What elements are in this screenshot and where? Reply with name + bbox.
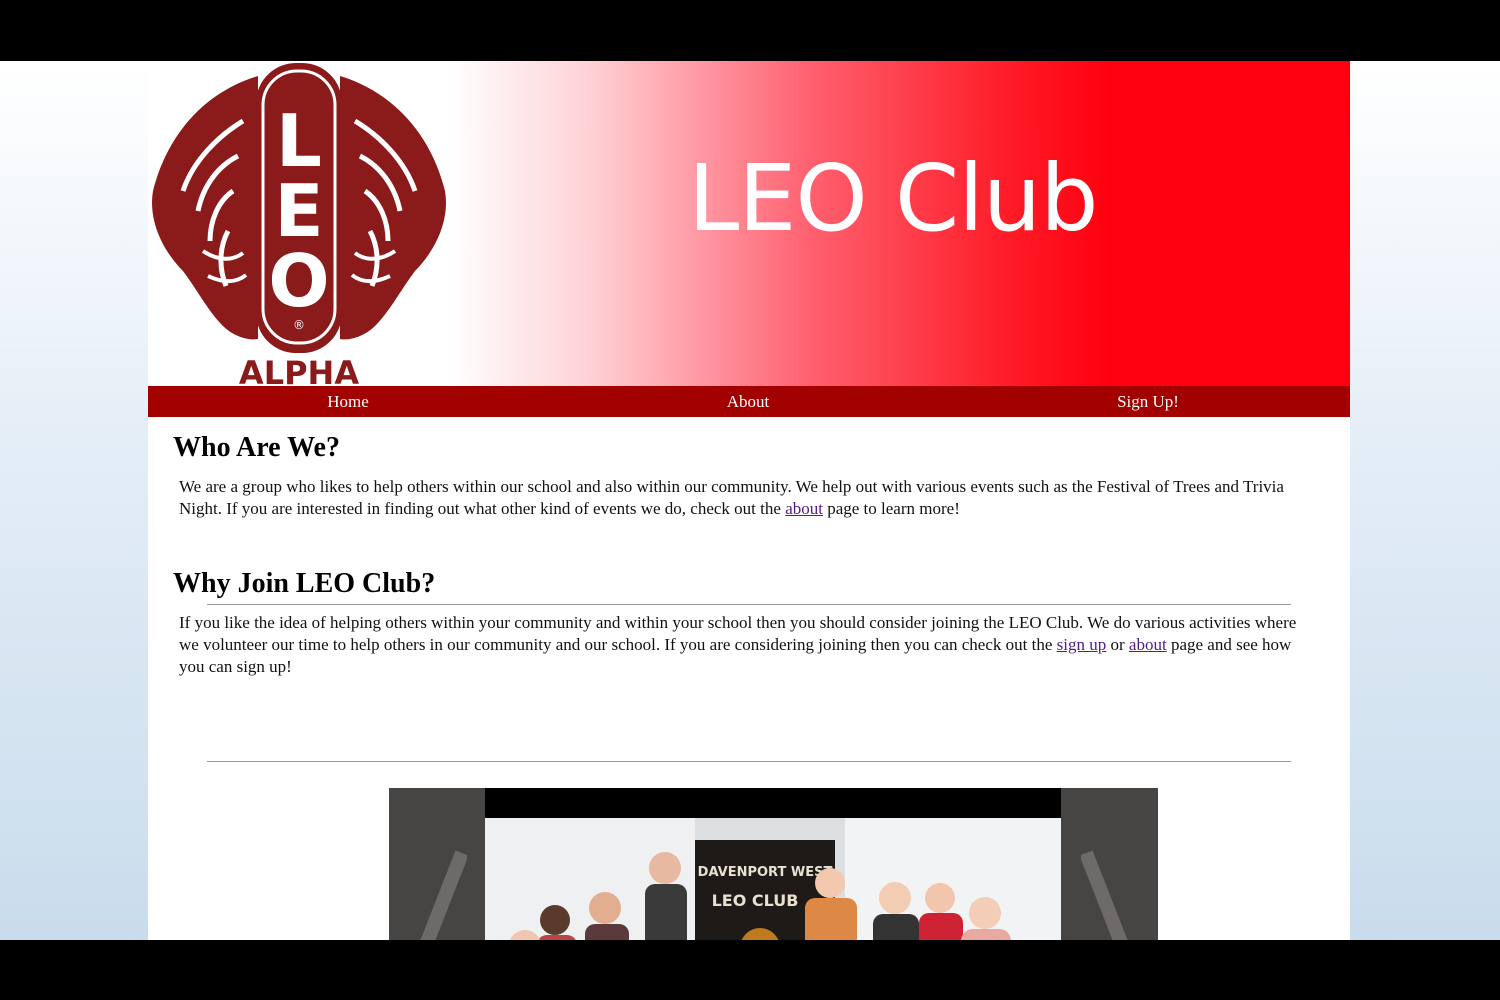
site-container: L E O ® ALPHA LEO Club Home About Sign U… — [148, 61, 1350, 940]
header-banner: L E O ® ALPHA LEO Club — [148, 61, 1350, 386]
about-link-2[interactable]: about — [1129, 635, 1167, 654]
section-text-who: We are a group who likes to help others … — [179, 476, 1309, 520]
section-text-why: If you like the idea of helping others w… — [179, 612, 1309, 678]
slider-next-arrow[interactable] — [1081, 848, 1141, 940]
who-text-2: page to learn more! — [822, 499, 960, 518]
leo-logo: L E O ® ALPHA — [152, 63, 446, 386]
nav-home[interactable]: Home — [148, 386, 548, 417]
photo-banner-line2: LEO CLUB — [712, 891, 799, 910]
screen-bottom-bar — [0, 940, 1500, 1000]
nav-about[interactable]: About — [548, 386, 948, 417]
registered-mark: ® — [293, 318, 305, 332]
site-title: LEO Club — [688, 145, 1099, 252]
group-photo: DAVENPORT WEST LEO CLUB — [485, 788, 1061, 940]
divider — [207, 761, 1291, 762]
slider-prev-arrow[interactable] — [407, 848, 467, 940]
logo-caption: ALPHA — [239, 354, 359, 386]
about-link[interactable]: about — [785, 499, 823, 518]
photo-slider: DAVENPORT WEST LEO CLUB — [389, 788, 1158, 940]
chevron-right-icon — [1081, 850, 1128, 940]
chevron-left-icon — [420, 850, 467, 940]
main-nav: Home About Sign Up! — [148, 386, 1350, 417]
photo-banner-line1: DAVENPORT WEST — [698, 865, 833, 880]
divider — [207, 604, 1291, 605]
section-heading-who: Who Are We? — [173, 432, 340, 463]
who-text-1: We are a group who likes to help others … — [179, 477, 1284, 518]
logo-letter-o: O — [268, 239, 329, 323]
sign-up-link[interactable]: sign up — [1057, 635, 1107, 654]
nav-sign-up[interactable]: Sign Up! — [948, 386, 1348, 417]
page-background: L E O ® ALPHA LEO Club Home About Sign U… — [0, 61, 1500, 940]
section-heading-why: Why Join LEO Club? — [173, 568, 436, 599]
why-text-2: or — [1106, 635, 1129, 654]
screen-top-bar — [0, 0, 1500, 61]
